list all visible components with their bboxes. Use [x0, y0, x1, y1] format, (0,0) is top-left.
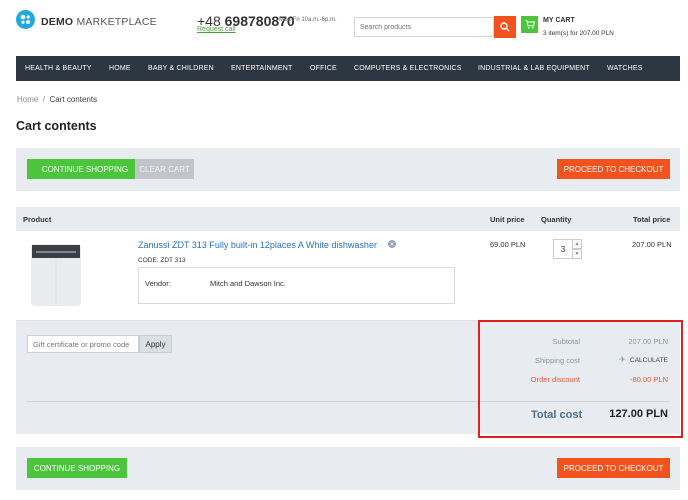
unit-price: 69.00 PLN	[490, 240, 526, 249]
continue-shopping-button-bottom[interactable]: CONTINUE SHOPPING	[27, 458, 127, 478]
header-quantity: Quantity	[541, 215, 572, 224]
request-call-link[interactable]: Request call	[197, 26, 236, 33]
apply-promo-button[interactable]: Apply	[139, 335, 172, 353]
logo-text[interactable]: DEMO MARKETPLACE	[41, 16, 157, 28]
cart-summary[interactable]: 3 item(s) for 207.00 PLN	[543, 30, 614, 37]
product-name-link[interactable]: Zanussi ZDT 313 Fully built-in 12places …	[138, 240, 377, 250]
breadcrumb-separator: /	[42, 95, 46, 104]
breadcrumb-current: Cart contents	[49, 95, 98, 104]
nav-item-baby-children[interactable]: BABY & CHILDREN	[148, 65, 214, 72]
vendor-name[interactable]: Mitch and Dawson Inc.	[210, 279, 286, 288]
continue-shopping-button[interactable]: CONTINUE SHOPPING	[27, 159, 143, 179]
cart-icon	[525, 20, 535, 29]
proceed-to-checkout-button[interactable]: PROCEED TO CHECKOUT	[557, 159, 670, 179]
logo-icon[interactable]	[16, 10, 35, 29]
search-button[interactable]	[494, 16, 516, 38]
item-total-price: 207.00 PLN	[632, 240, 672, 249]
clear-cart-button[interactable]: CLEAR CART	[135, 159, 194, 179]
business-hours: Mon-Fri 10a.m.-6p.m.	[279, 17, 337, 23]
top-action-bar: CONTINUE SHOPPING CLEAR CART PROCEED TO …	[16, 148, 680, 191]
header-product: Product	[23, 215, 52, 224]
bottom-action-bar: CONTINUE SHOPPING PROCEED TO CHECKOUT	[16, 447, 680, 490]
cart-table-header: Product Unit price Quantity Total price	[16, 207, 680, 231]
product-image[interactable]	[23, 236, 90, 308]
header-total-price: Total price	[633, 215, 671, 224]
quantity-input[interactable]: 3	[553, 239, 573, 259]
promo-code-input[interactable]	[27, 335, 139, 353]
cart-button[interactable]	[521, 16, 538, 33]
my-cart-title[interactable]: MY CART	[543, 17, 575, 24]
breadcrumb-home[interactable]: Home	[17, 95, 38, 104]
product-code: CODE: ZDT 313	[138, 257, 186, 264]
breadcrumb: Home / Cart contents	[17, 95, 97, 104]
nav-item-health-beauty[interactable]: HEALTH & BEAUTY	[25, 65, 92, 72]
nav-item-entertainment[interactable]: ENTERTAINMENT	[231, 65, 292, 72]
search-input[interactable]	[354, 17, 494, 37]
quantity-increase-icon[interactable]: ▲	[573, 239, 582, 249]
logo-bold: DEMO	[41, 16, 74, 28]
nav-item-home[interactable]: HOME	[109, 65, 131, 72]
logo-rest: MARKETPLACE	[76, 16, 157, 28]
page-title: Cart contents	[16, 119, 97, 133]
quantity-decrease-icon[interactable]: ▼	[573, 249, 582, 259]
nav-item-computers-electronics[interactable]: COMPUTERS & ELECTRONICS	[354, 65, 462, 72]
nav-item-watches[interactable]: WATCHES	[607, 65, 643, 72]
header-unit-price: Unit price	[490, 215, 525, 224]
main-nav: HEALTH & BEAUTY HOME BABY & CHILDREN ENT…	[16, 56, 680, 81]
nav-item-industrial-lab[interactable]: INDUSTRIAL & LAB EQUIPMENT	[478, 65, 590, 72]
vendor-box	[138, 267, 455, 304]
highlight-box	[478, 320, 683, 438]
nav-item-office[interactable]: OFFICE	[310, 65, 337, 72]
vendor-label: Vendor:	[145, 279, 171, 288]
remove-item-icon[interactable]: ✕	[388, 240, 396, 248]
proceed-to-checkout-button-bottom[interactable]: PROCEED TO CHECKOUT	[557, 458, 670, 478]
search-icon	[500, 22, 510, 32]
